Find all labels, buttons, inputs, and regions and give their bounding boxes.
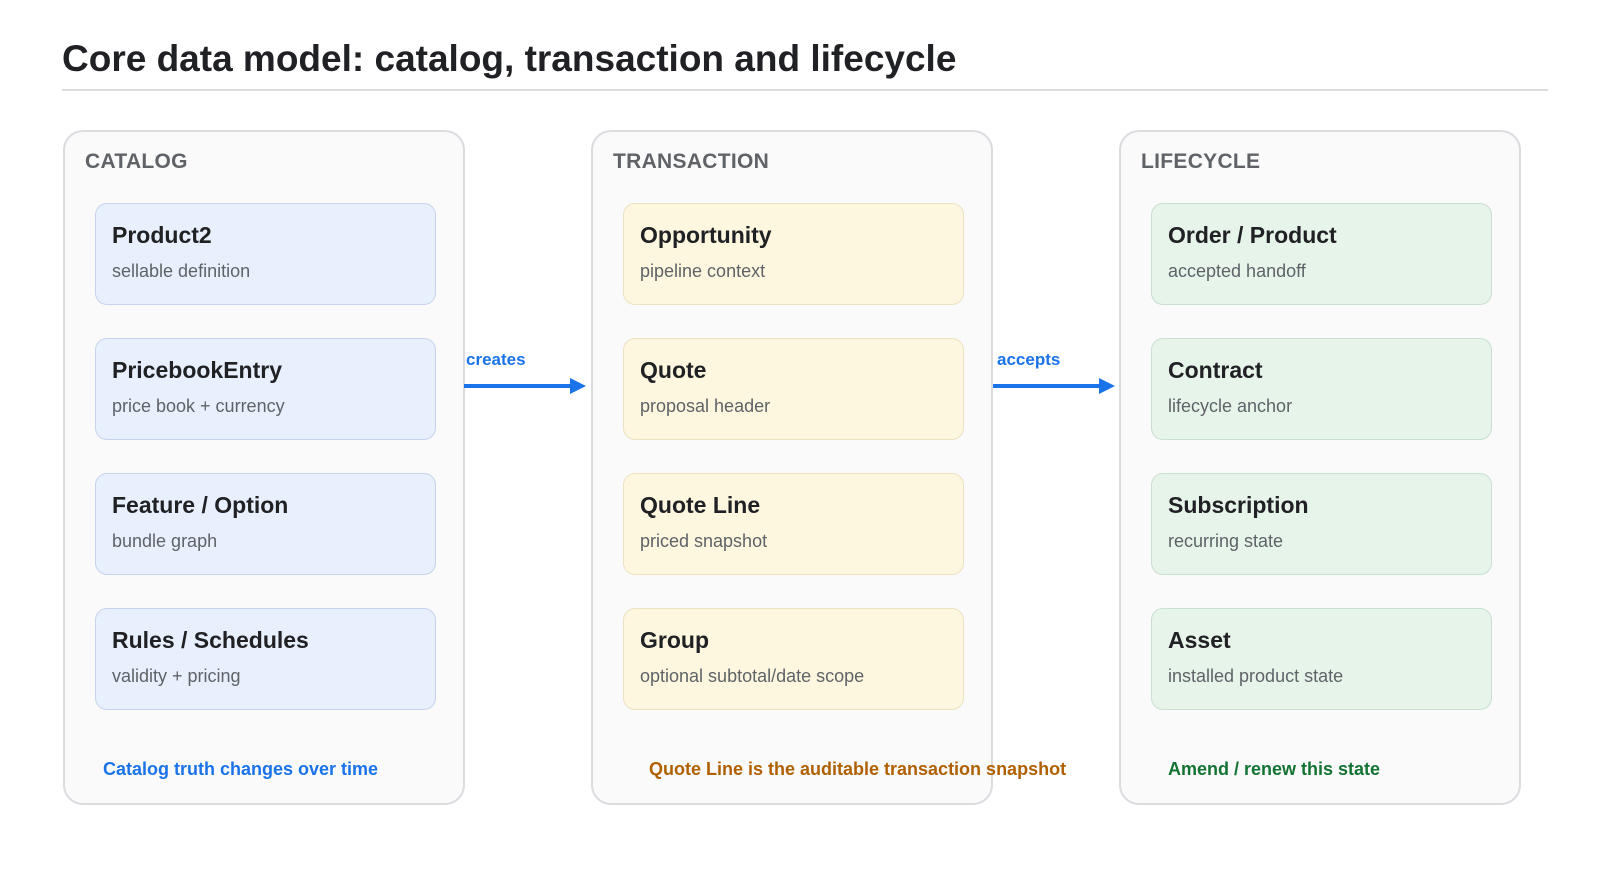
card-subtitle: price book + currency	[112, 396, 285, 416]
card-pricebookentry[interactable]: PricebookEntry price book + currency	[95, 338, 436, 440]
card-title: Group	[640, 627, 709, 653]
card-title: Asset	[1168, 627, 1231, 653]
card-subscription[interactable]: Subscription recurring state	[1151, 473, 1492, 575]
card-subtitle: accepted handoff	[1168, 261, 1306, 281]
panel-footnote: Quote Line is the auditable transaction …	[649, 759, 1067, 779]
arrow-right-icon	[464, 378, 586, 394]
card-asset[interactable]: Asset installed product state	[1151, 608, 1492, 710]
card-title: Rules / Schedules	[112, 627, 309, 653]
card-title: Feature / Option	[112, 492, 289, 518]
panel-header: TRANSACTION	[613, 150, 770, 173]
card-title: Quote	[640, 357, 707, 383]
card-contract[interactable]: Contract lifecycle anchor	[1151, 338, 1492, 440]
card-rules-schedules[interactable]: Rules / Schedules validity + pricing	[95, 608, 436, 710]
card-title: Quote Line	[640, 492, 761, 518]
card-title: PricebookEntry	[112, 357, 282, 383]
card-subtitle: proposal header	[640, 396, 771, 416]
card-subtitle: validity + pricing	[112, 666, 241, 686]
card-opportunity[interactable]: Opportunity pipeline context	[623, 203, 964, 305]
card-title: Opportunity	[640, 222, 772, 248]
connector-label-creates: creates	[466, 350, 526, 369]
arrow-right-icon	[993, 378, 1115, 394]
card-title: Order / Product	[1168, 222, 1337, 248]
card-order-product[interactable]: Order / Product accepted handoff	[1151, 203, 1492, 305]
title-divider	[62, 89, 1548, 91]
card-group[interactable]: Group optional subtotal/date scope	[623, 608, 964, 710]
panel-header: CATALOG	[85, 150, 188, 173]
card-title: Contract	[1168, 357, 1263, 383]
card-subtitle: priced snapshot	[640, 531, 768, 551]
card-subtitle: installed product state	[1168, 666, 1344, 686]
panel-catalog: CATALOG Product2 sellable definition Pri…	[63, 130, 465, 805]
card-subtitle: recurring state	[1168, 531, 1284, 551]
connector-label-accepts: accepts	[997, 350, 1061, 369]
card-title: Product2	[112, 222, 212, 248]
card-subtitle: bundle graph	[112, 531, 218, 551]
page-title: Core data model: catalog, transaction an…	[62, 38, 957, 79]
panel-transaction: TRANSACTION Opportunity pipeline context…	[591, 130, 1066, 805]
card-quote[interactable]: Quote proposal header	[623, 338, 964, 440]
card-quote-line[interactable]: Quote Line priced snapshot	[623, 473, 964, 575]
panel-footnote: Catalog truth changes over time	[103, 759, 379, 779]
card-subtitle: lifecycle anchor	[1168, 396, 1293, 416]
panel-header: LIFECYCLE	[1141, 150, 1261, 173]
card-title: Subscription	[1168, 492, 1309, 518]
card-subtitle: optional subtotal/date scope	[640, 666, 865, 686]
panel-lifecycle: LIFECYCLE Order / Product accepted hando…	[1119, 130, 1521, 805]
card-subtitle: pipeline context	[640, 261, 766, 281]
card-subtitle: sellable definition	[112, 261, 251, 281]
card-product2[interactable]: Product2 sellable definition	[95, 203, 436, 305]
card-feature-option[interactable]: Feature / Option bundle graph	[95, 473, 436, 575]
panel-footnote: Amend / renew this state	[1168, 759, 1381, 779]
